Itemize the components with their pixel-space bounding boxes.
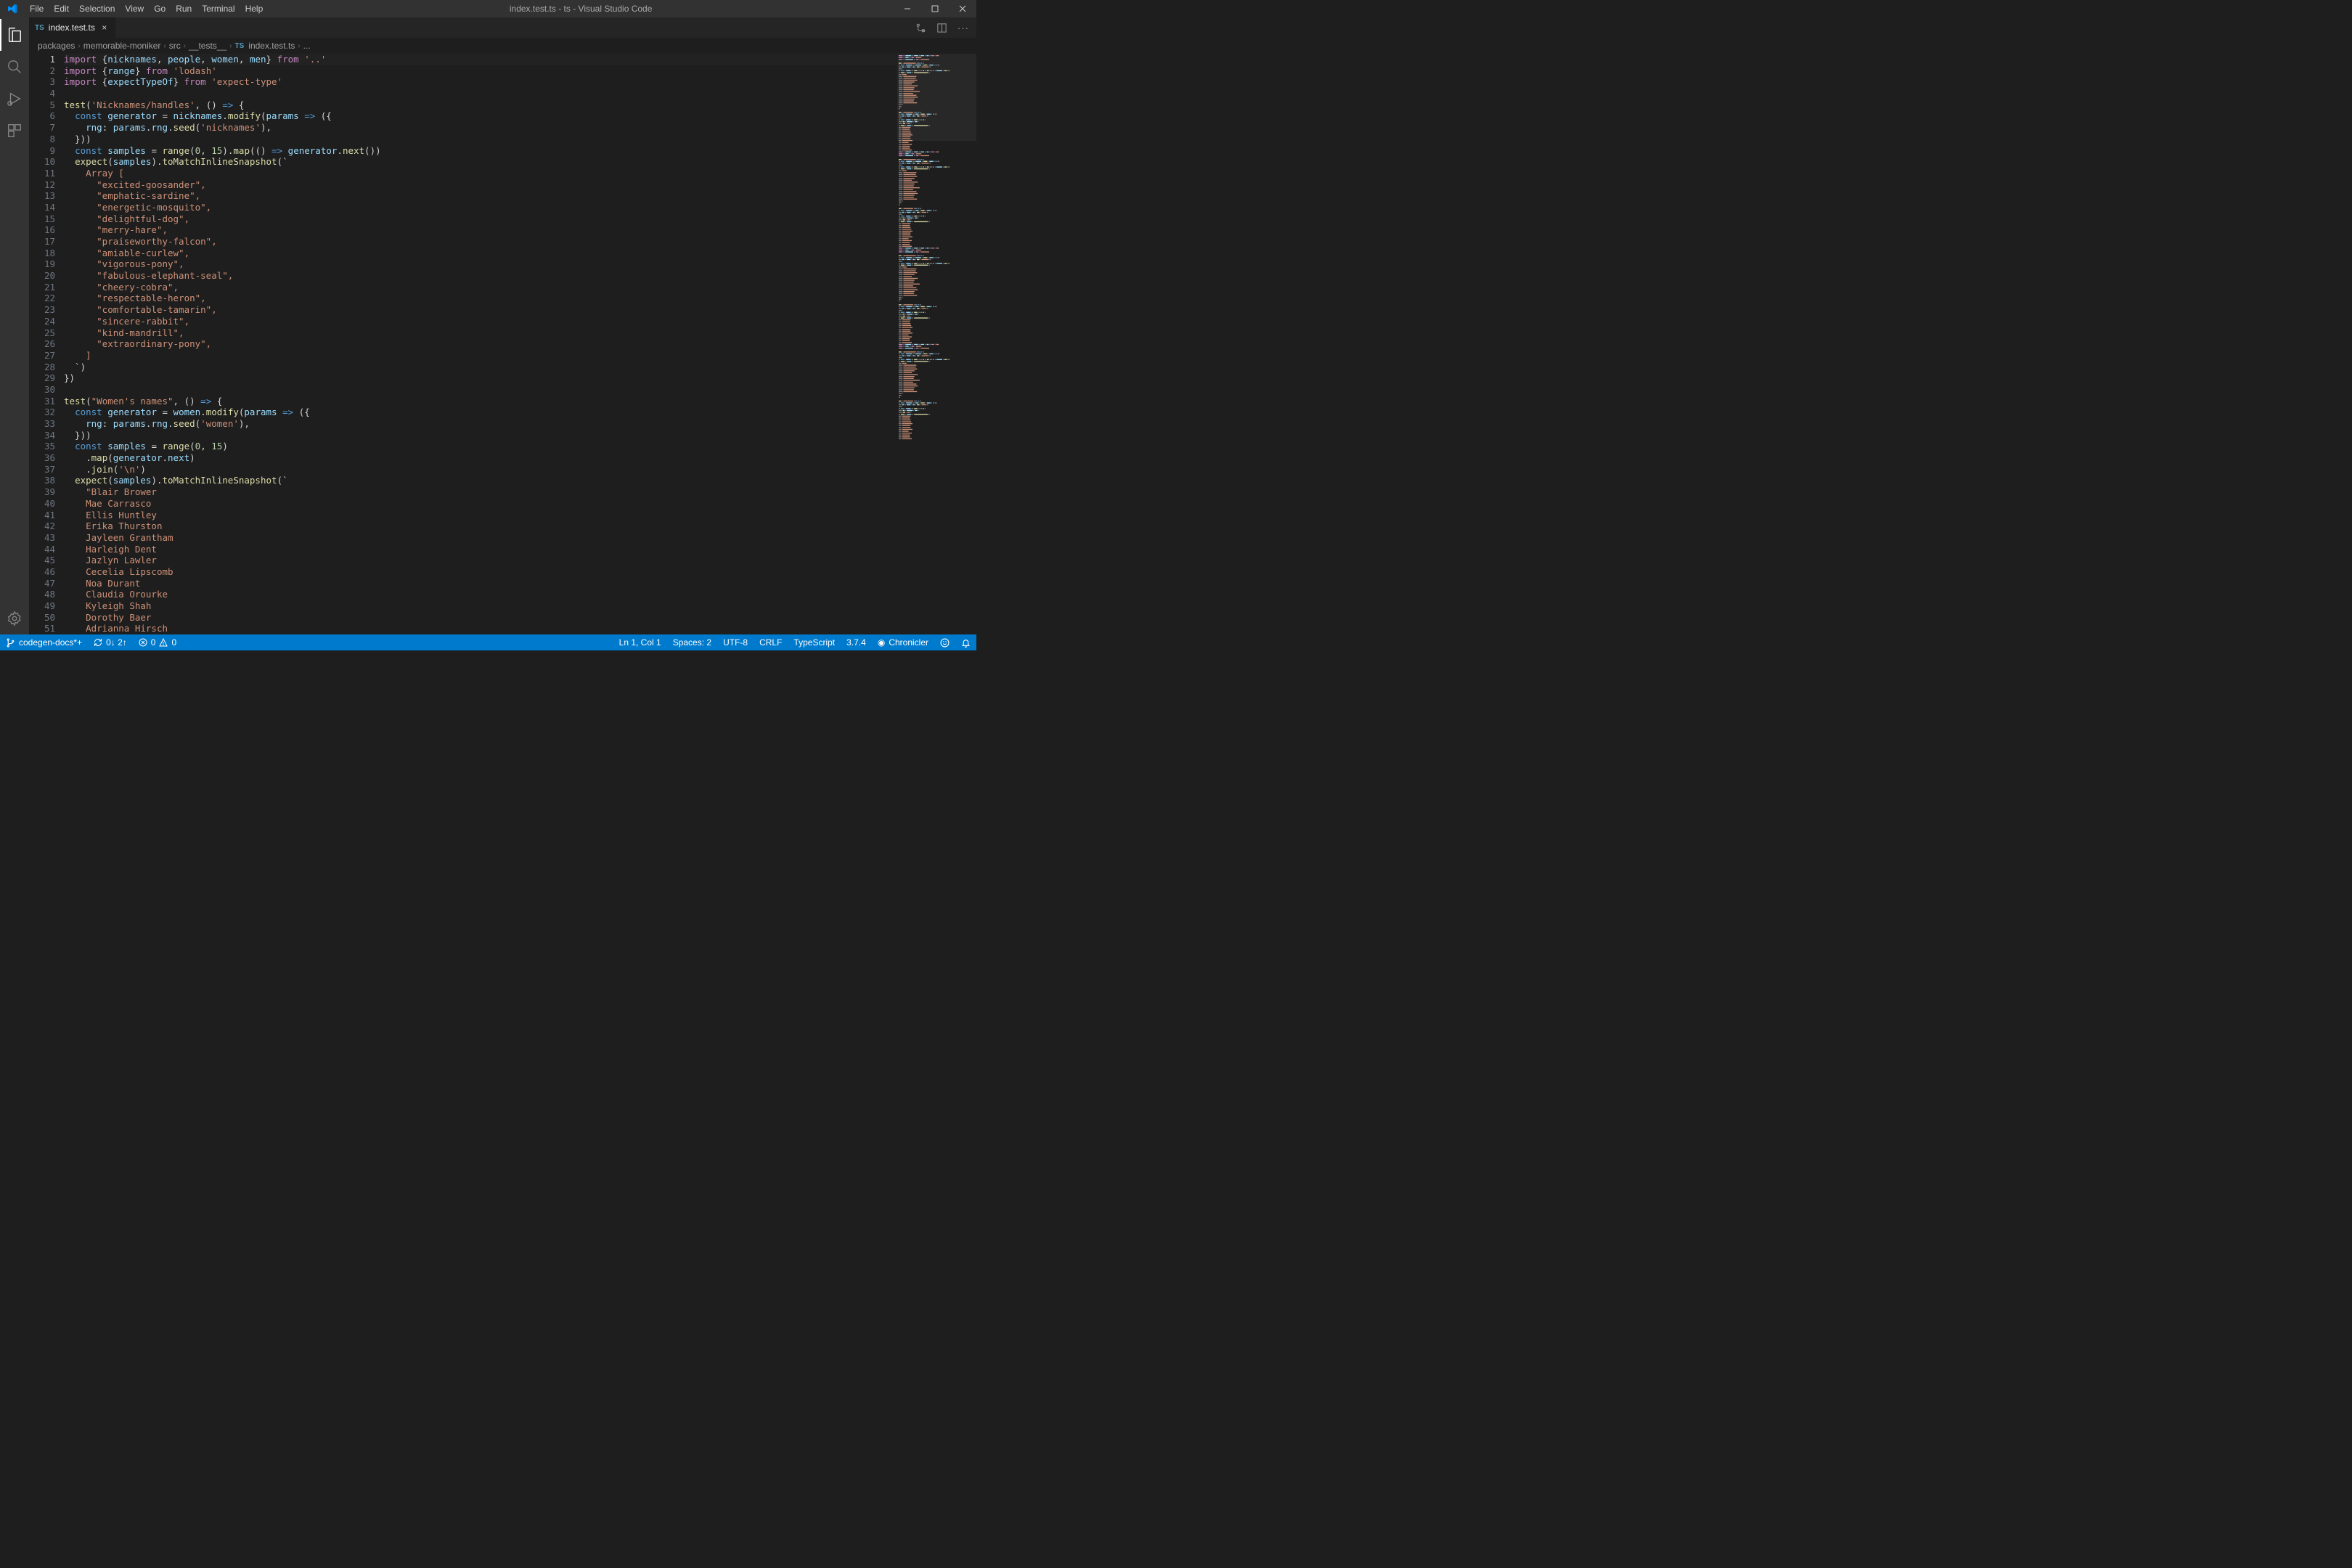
activity-extensions[interactable]	[0, 115, 29, 147]
breadcrumb[interactable]: packages› memorable-moniker› src› __test…	[29, 38, 976, 54]
status-notifications[interactable]	[955, 638, 976, 648]
status-chronicler[interactable]: ◉ Chronicler	[872, 637, 934, 648]
breadcrumb-file[interactable]: index.test.ts	[248, 41, 295, 51]
status-encoding[interactable]: UTF-8	[717, 637, 754, 648]
menu-help[interactable]: Help	[240, 1, 269, 16]
activity-explorer[interactable]	[0, 19, 29, 51]
status-bar: codegen-docs*+ 0↓ 2↑ 0 0 Ln 1, Col 1 Spa…	[0, 634, 976, 650]
sync-icon	[94, 638, 102, 647]
tab-row: TS index.test.ts × ···	[29, 17, 976, 38]
status-spaces[interactable]: Spaces: 2	[667, 637, 717, 648]
more-actions-icon[interactable]: ···	[957, 23, 969, 33]
line-number-gutter: 1234567891011121314151617181920212223242…	[29, 54, 64, 634]
window-controls	[894, 0, 976, 17]
status-version[interactable]: 3.7.4	[841, 637, 872, 648]
status-eol[interactable]: CRLF	[754, 637, 788, 648]
code-content[interactable]: import {nicknames, people, women, men} f…	[64, 54, 897, 634]
activity-bar	[0, 17, 29, 634]
activity-search[interactable]	[0, 51, 29, 83]
status-sync[interactable]: 0↓ 2↑	[88, 637, 133, 648]
window-title: index.test.ts - ts - Visual Studio Code	[268, 4, 894, 14]
ts-file-icon: TS	[235, 42, 245, 50]
bell-icon	[961, 638, 971, 648]
menu-bar: File Edit Selection View Go Run Terminal…	[25, 1, 268, 16]
breadcrumb-part[interactable]: packages	[38, 41, 75, 51]
breadcrumb-trailing[interactable]: ...	[303, 41, 311, 51]
error-icon	[139, 638, 147, 647]
warning-icon	[159, 638, 168, 647]
record-icon: ◉	[878, 637, 885, 648]
activity-run-debug[interactable]	[0, 83, 29, 115]
git-branch-icon	[6, 638, 15, 648]
status-language[interactable]: TypeScript	[788, 637, 841, 648]
menu-go[interactable]: Go	[149, 1, 171, 16]
status-feedback[interactable]	[934, 638, 955, 648]
compare-changes-icon[interactable]	[915, 23, 926, 33]
menu-run[interactable]: Run	[171, 1, 197, 16]
menu-view[interactable]: View	[120, 1, 149, 16]
menu-file[interactable]: File	[25, 1, 49, 16]
minimize-button[interactable]	[894, 0, 921, 17]
chevron-right-icon: ›	[184, 42, 186, 50]
maximize-button[interactable]	[921, 0, 949, 17]
close-button[interactable]	[949, 0, 976, 17]
activity-settings[interactable]	[0, 603, 29, 634]
status-problems[interactable]: 0 0	[133, 637, 182, 648]
title-bar: File Edit Selection View Go Run Terminal…	[0, 0, 976, 17]
menu-selection[interactable]: Selection	[74, 1, 120, 16]
minimap[interactable]	[897, 54, 976, 634]
vscode-logo-icon	[6, 2, 19, 15]
menu-terminal[interactable]: Terminal	[197, 1, 240, 16]
ts-file-icon: TS	[35, 24, 44, 32]
status-branch[interactable]: codegen-docs*+	[0, 637, 88, 648]
split-editor-icon[interactable]	[936, 23, 947, 33]
tab-filename: index.test.ts	[49, 23, 95, 33]
editor-region: TS index.test.ts × ··· packages› memorab…	[29, 17, 976, 634]
editor[interactable]: 1234567891011121314151617181920212223242…	[29, 54, 976, 634]
tab-close-icon[interactable]: ×	[99, 23, 110, 33]
breadcrumb-part[interactable]: __tests__	[189, 41, 226, 51]
chevron-right-icon: ›	[163, 42, 166, 50]
breadcrumb-part[interactable]: memorable-moniker	[83, 41, 161, 51]
smiley-icon	[940, 638, 950, 648]
chevron-right-icon: ›	[229, 42, 232, 50]
chevron-right-icon: ›	[298, 42, 300, 50]
editor-tab[interactable]: TS index.test.ts ×	[29, 17, 116, 38]
status-cursor[interactable]: Ln 1, Col 1	[613, 637, 667, 648]
menu-edit[interactable]: Edit	[49, 1, 74, 16]
chevron-right-icon: ›	[78, 42, 80, 50]
breadcrumb-part[interactable]: src	[169, 41, 181, 51]
